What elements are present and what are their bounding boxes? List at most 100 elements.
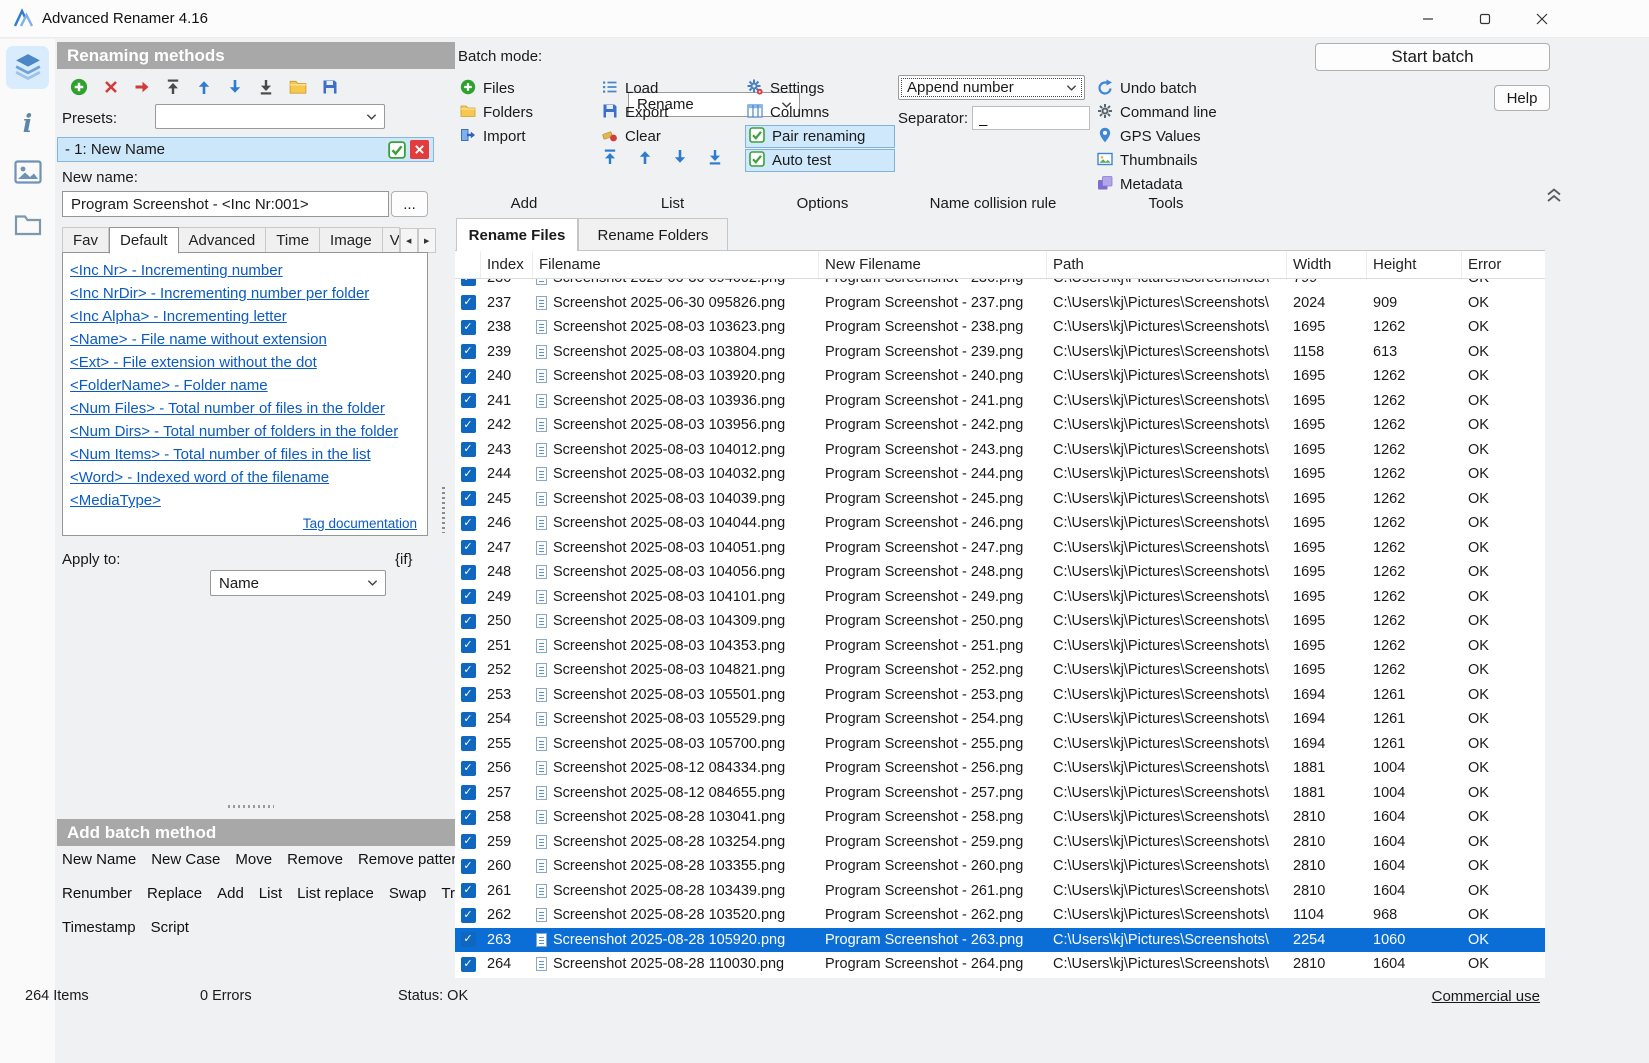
rail-image-button[interactable] — [0, 160, 55, 188]
table-row[interactable]: ✓ 244 Screenshot 2025-08-03 104032.png P… — [455, 462, 1545, 487]
row-checkbox[interactable]: ✓ — [461, 295, 476, 310]
table-row[interactable]: ✓ 241 Screenshot 2025-08-03 103936.png P… — [455, 389, 1545, 414]
method-script[interactable]: Script — [151, 919, 189, 936]
table-row[interactable]: ✓ 261 Screenshot 2025-08-28 103439.png P… — [455, 879, 1545, 904]
metadata-button[interactable]: Metadata — [1095, 173, 1222, 196]
table-row[interactable]: ✓ 251 Screenshot 2025-08-03 104353.png P… — [455, 634, 1545, 659]
remove-all-methods-icon[interactable] — [134, 79, 150, 99]
start-batch-button[interactable]: Start batch — [1315, 43, 1550, 71]
tag-link[interactable]: <Name> - File name without extension — [70, 329, 327, 351]
move-file-top-icon[interactable] — [602, 149, 618, 169]
method-list-replace[interactable]: List replace — [297, 885, 374, 902]
row-checkbox[interactable]: ✓ — [461, 761, 476, 776]
tag-link[interactable]: <Num Dirs> - Total number of folders in … — [70, 421, 398, 443]
row-checkbox[interactable]: ✓ — [461, 279, 476, 286]
table-row[interactable]: ✓ 254 Screenshot 2025-08-03 105529.png P… — [455, 707, 1545, 732]
row-checkbox[interactable]: ✓ — [461, 589, 476, 604]
delete-method-icon[interactable] — [103, 79, 119, 99]
tag-tab-image[interactable]: Image — [320, 227, 383, 253]
column-width[interactable]: Width — [1287, 251, 1367, 278]
row-checkbox[interactable]: ✓ — [461, 369, 476, 384]
move-method-top-icon[interactable] — [165, 79, 181, 99]
horizontal-splitter[interactable] — [228, 805, 274, 808]
row-checkbox[interactable]: ✓ — [461, 516, 476, 531]
undo-batch-button[interactable]: Undo batch — [1095, 77, 1222, 100]
tab-scroll-right-button[interactable]: ▶ — [418, 228, 436, 253]
column-index[interactable]: Index — [481, 251, 533, 278]
table-row[interactable]: ✓ 248 Screenshot 2025-08-03 104056.png P… — [455, 560, 1545, 585]
tag-tab-advanced[interactable]: Advanced — [179, 227, 267, 253]
tab-rename-files[interactable]: Rename Files — [456, 218, 578, 251]
method-remove-pattern[interactable]: Remove pattern — [358, 851, 465, 868]
table-row[interactable]: ✓ 256 Screenshot 2025-08-12 084334.png P… — [455, 756, 1545, 781]
tag-link[interactable]: <Inc NrDir> - Incrementing number per fo… — [70, 283, 369, 305]
method-timestamp[interactable]: Timestamp — [62, 919, 136, 936]
command-line-button[interactable]: Command line — [1095, 101, 1222, 124]
tag-link[interactable]: <Num Files> - Total number of files in t… — [70, 398, 385, 420]
row-checkbox[interactable]: ✓ — [461, 932, 476, 947]
move-method-up-icon[interactable] — [196, 79, 212, 99]
browse-tags-button[interactable]: ... — [391, 191, 428, 217]
method-new-name[interactable]: New Name — [62, 851, 136, 868]
method-new-case[interactable]: New Case — [151, 851, 220, 868]
collapse-toolbar-button[interactable] — [1546, 188, 1562, 207]
table-row[interactable]: ✓ 252 Screenshot 2025-08-03 104821.png P… — [455, 658, 1545, 683]
table-row[interactable]: ✓ 253 Screenshot 2025-08-03 105501.png P… — [455, 683, 1545, 708]
tag-link[interactable]: <Inc Nr> - Incrementing number — [70, 260, 283, 282]
column-height[interactable]: Height — [1367, 251, 1462, 278]
tab-scroll-left-button[interactable]: ◀ — [400, 228, 418, 253]
export-list-button[interactable]: Export — [600, 101, 673, 124]
row-checkbox[interactable]: ✓ — [461, 859, 476, 874]
move-file-down-icon[interactable] — [672, 149, 688, 169]
method-renumber[interactable]: Renumber — [62, 885, 132, 902]
tag-link[interactable]: <Word> - Indexed word of the filename — [70, 467, 329, 489]
row-checkbox[interactable]: ✓ — [461, 908, 476, 923]
table-row[interactable]: ✓ 237 Screenshot 2025-06-30 095826.png P… — [455, 291, 1545, 316]
table-row[interactable]: ✓ 245 Screenshot 2025-08-03 104039.png P… — [455, 487, 1545, 512]
row-checkbox[interactable]: ✓ — [461, 320, 476, 335]
clear-list-button[interactable]: Clear — [600, 125, 673, 148]
move-method-down-icon[interactable] — [227, 79, 243, 99]
table-row[interactable]: ✓ 264 Screenshot 2025-08-28 110030.png P… — [455, 952, 1545, 977]
method-swap[interactable]: Swap — [389, 885, 427, 902]
method-add[interactable]: Add — [217, 885, 244, 902]
auto-test-toggle[interactable]: Auto test — [745, 149, 895, 172]
method-enabled-checkbox[interactable] — [387, 140, 406, 159]
license-link[interactable]: Commercial use — [1432, 988, 1540, 1005]
row-checkbox[interactable]: ✓ — [461, 540, 476, 555]
row-checkbox[interactable]: ✓ — [461, 467, 476, 482]
add-folders-button[interactable]: Folders — [458, 101, 538, 124]
rail-info-button[interactable]: i — [0, 111, 55, 136]
move-file-up-icon[interactable] — [637, 149, 653, 169]
column-new-filename[interactable]: New Filename — [819, 251, 1047, 278]
minimize-button[interactable] — [1405, 1, 1451, 36]
tag-link[interactable]: <Num Items> - Total number of files in t… — [70, 444, 371, 466]
row-checkbox[interactable]: ✓ — [461, 442, 476, 457]
pair-renaming-toggle[interactable]: Pair renaming — [745, 125, 895, 148]
move-file-bottom-icon[interactable] — [707, 149, 723, 169]
method-remove[interactable]: Remove — [287, 851, 343, 868]
table-row[interactable]: ✓ 239 Screenshot 2025-08-03 103804.png P… — [455, 340, 1545, 365]
apply-to-combobox[interactable]: Name — [210, 570, 386, 596]
presets-combobox[interactable] — [155, 104, 385, 129]
row-checkbox[interactable]: ✓ — [461, 393, 476, 408]
row-checkbox[interactable]: ✓ — [461, 712, 476, 727]
header-checkbox-cell[interactable] — [455, 251, 481, 278]
row-checkbox[interactable]: ✓ — [461, 638, 476, 653]
table-row[interactable]: ✓ 242 Screenshot 2025-08-03 103956.png P… — [455, 413, 1545, 438]
add-files-button[interactable]: Files — [458, 77, 538, 100]
new-name-input[interactable] — [62, 191, 389, 217]
row-checkbox[interactable]: ✓ — [461, 491, 476, 506]
open-preset-folder-icon[interactable] — [289, 78, 307, 100]
row-checkbox[interactable]: ✓ — [461, 834, 476, 849]
method-item-new-name[interactable]: - 1: New Name — [57, 137, 434, 162]
maximize-button[interactable] — [1462, 1, 1508, 36]
row-checkbox[interactable]: ✓ — [461, 736, 476, 751]
row-checkbox[interactable]: ✓ — [461, 418, 476, 433]
method-replace[interactable]: Replace — [147, 885, 202, 902]
method-move[interactable]: Move — [235, 851, 272, 868]
row-checkbox[interactable]: ✓ — [461, 810, 476, 825]
tag-link[interactable]: <Inc Alpha> - Incrementing letter — [70, 306, 287, 328]
tag-link[interactable]: <FolderName> - Folder name — [70, 375, 268, 397]
help-button[interactable]: Help — [1494, 85, 1550, 111]
